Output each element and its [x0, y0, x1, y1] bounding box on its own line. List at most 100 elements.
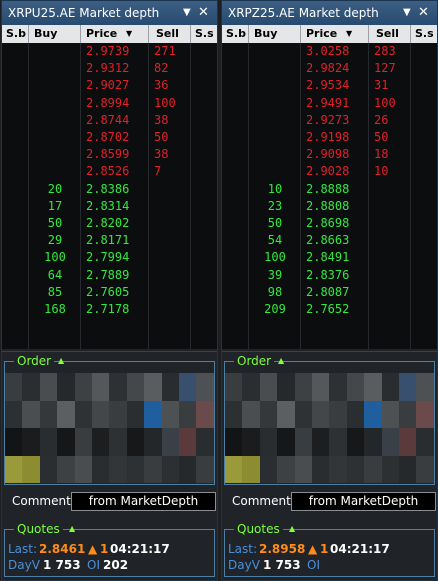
obscured-control	[57, 400, 75, 428]
ask-row[interactable]: 2.8744 38	[2, 112, 217, 129]
ask-row[interactable]: 2.9028 10	[222, 163, 437, 180]
bid-row[interactable]: 100 2.7994	[2, 249, 217, 266]
bid-buy-qty: 20	[47, 181, 63, 196]
ask-price: 2.9534	[306, 78, 350, 93]
bid-row[interactable]: 100 2.8491	[222, 249, 437, 266]
column-header-buy[interactable]: Buy	[34, 25, 57, 43]
order-form-obscured[interactable]	[225, 373, 434, 483]
bid-row[interactable]: 23 2.8808	[222, 198, 437, 215]
bid-row[interactable]: 85 2.7605	[2, 284, 217, 301]
ask-row[interactable]: 2.9198 50	[222, 129, 437, 146]
dayv-label: DayV	[228, 558, 260, 572]
bid-row[interactable]: 64 2.7889	[2, 267, 217, 284]
bid-buy-qty: 17	[47, 198, 63, 213]
column-separator	[410, 25, 411, 43]
obscured-control	[329, 400, 347, 428]
up-arrow-icon: ▲	[88, 542, 98, 556]
up-arrow-icon: ▲	[308, 542, 318, 556]
ask-row[interactable]: 2.9534 31	[222, 77, 437, 94]
bid-row[interactable]: 10 2.8888	[222, 181, 437, 198]
order-section-title[interactable]: Order	[14, 354, 55, 368]
pin-icon[interactable]: ▼	[403, 1, 411, 25]
ask-row[interactable]: 2.8702 50	[2, 129, 217, 146]
collapse-up-icon[interactable]: ▲	[69, 524, 75, 533]
bid-row[interactable]: 54 2.8663	[222, 232, 437, 249]
column-header-price[interactable]: Price	[306, 25, 337, 43]
column-header-sb[interactable]: S.b	[226, 25, 246, 43]
ask-row[interactable]: 2.9312 82	[2, 60, 217, 77]
bid-row[interactable]: 29 2.8171	[2, 232, 217, 249]
ask-sell-qty: 18	[374, 147, 389, 162]
ask-price: 2.8744	[86, 112, 130, 127]
column-header-sell[interactable]: Sell	[376, 25, 399, 43]
ask-sell-qty: 82	[154, 61, 169, 76]
bid-row[interactable]: 20 2.8386	[2, 181, 217, 198]
close-icon[interactable]: ✕	[418, 1, 429, 25]
obscured-control	[161, 455, 179, 483]
column-header-buy[interactable]: Buy	[254, 25, 277, 43]
ask-price: 2.9824	[306, 61, 350, 76]
order-form-obscured[interactable]	[5, 373, 214, 483]
collapse-up-icon[interactable]: ▲	[289, 524, 295, 533]
ask-row[interactable]: 2.9027 36	[2, 77, 217, 94]
column-header-price[interactable]: Price	[86, 25, 117, 43]
bid-row[interactable]: 39 2.8376	[222, 267, 437, 284]
ask-row[interactable]: 2.8526 7	[2, 163, 217, 180]
bid-row[interactable]: 209 2.7652	[222, 301, 437, 318]
quotes-section-title[interactable]: Quotes	[14, 522, 63, 536]
comment-field[interactable]: from MarketDepth	[291, 492, 436, 511]
column-separator	[300, 25, 301, 43]
order-section-title[interactable]: Order	[234, 354, 275, 368]
pin-icon[interactable]: ▼	[183, 1, 191, 25]
bid-row[interactable]: 168 2.7178	[2, 301, 217, 318]
obscured-control	[22, 400, 40, 428]
ask-price: 2.9491	[306, 95, 350, 110]
obscured-control	[277, 373, 295, 401]
bid-price: 2.8376	[306, 267, 350, 282]
obscured-control	[346, 455, 365, 483]
bid-buy-qty: 85	[47, 284, 63, 299]
ask-row[interactable]: 2.9273 26	[222, 112, 437, 129]
column-header-ss[interactable]: S.s	[195, 25, 214, 43]
bid-row[interactable]: 98 2.8087	[222, 284, 437, 301]
obscured-control	[144, 428, 162, 456]
ask-row[interactable]: 2.9491 100	[222, 95, 437, 112]
obscured-control	[312, 400, 330, 428]
oi-label: OI	[307, 558, 320, 572]
obscured-control	[39, 373, 58, 401]
ask-row[interactable]: 2.9824 127	[222, 60, 437, 77]
bid-row[interactable]: 17 2.8314	[2, 198, 217, 215]
ask-row[interactable]: 2.8599 38	[2, 146, 217, 163]
ask-sell-qty: 38	[154, 147, 169, 162]
ask-row[interactable]: 3.0258 283	[222, 43, 437, 60]
column-header-ss[interactable]: S.s	[415, 25, 434, 43]
obscured-control	[39, 400, 58, 428]
obscured-control	[259, 373, 278, 401]
ask-row[interactable]: 2.9739 271	[2, 43, 217, 60]
column-header-sell[interactable]: Sell	[156, 25, 179, 43]
collapse-up-icon[interactable]: ▲	[278, 356, 284, 365]
sort-down-icon[interactable]: ▼	[126, 25, 132, 43]
column-header-sb[interactable]: S.b	[6, 25, 26, 43]
quotes-section-title[interactable]: Quotes	[234, 522, 283, 536]
obscured-control	[312, 428, 330, 456]
obscured-control	[57, 373, 75, 401]
obscured-control	[109, 455, 127, 483]
collapse-up-icon[interactable]: ▲	[58, 356, 64, 365]
obscured-control	[5, 428, 23, 456]
bid-buy-qty: 50	[267, 216, 283, 230]
obscured-control	[92, 373, 110, 401]
ask-price: 2.8599	[86, 147, 130, 162]
ask-sell-qty: 50	[154, 130, 169, 144]
panel-divider	[222, 351, 437, 352]
comment-field[interactable]: from MarketDepth	[71, 492, 216, 511]
bid-buy-qty: 54	[267, 233, 283, 248]
sort-down-icon[interactable]: ▼	[346, 25, 352, 43]
bid-row[interactable]: 50 2.8202	[2, 215, 217, 232]
ask-row[interactable]: 2.9098 18	[222, 146, 437, 163]
close-icon[interactable]: ✕	[198, 1, 209, 25]
obscured-control	[294, 373, 312, 401]
ask-row[interactable]: 2.8994 100	[2, 95, 217, 112]
bid-row[interactable]: 50 2.8698	[222, 215, 437, 232]
market-depth-panel-xrpz25: XRPZ25.AE Market depth ▼ ✕ S.b Buy Price Sell S…	[221, 0, 438, 581]
